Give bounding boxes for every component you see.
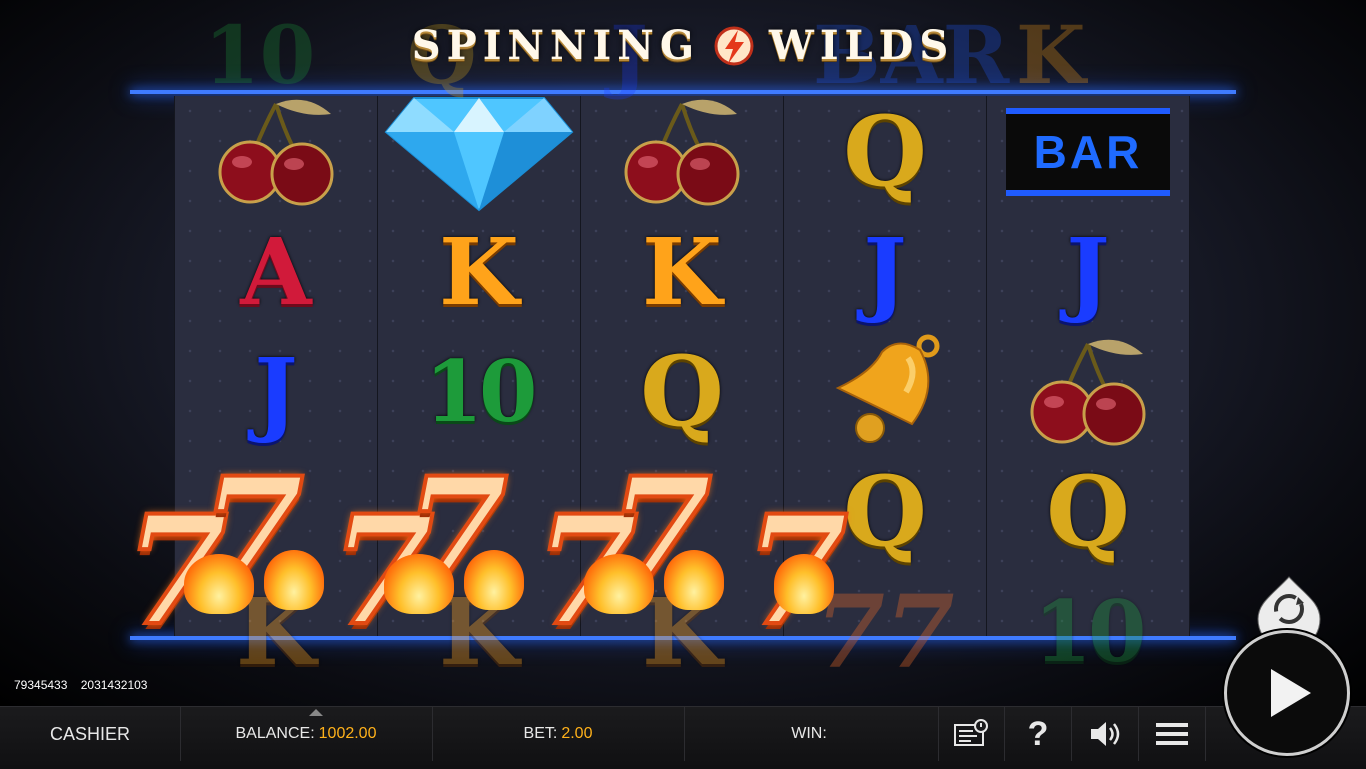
flame-icon: [384, 554, 454, 614]
symbol-cell: A: [175, 212, 377, 332]
symbol-cell: Q: [784, 92, 986, 212]
letter-10-symbol: 10: [1033, 582, 1147, 681]
menu-button[interactable]: [1139, 707, 1206, 761]
cherry-symbol: [175, 92, 377, 212]
symbol-cell: J: [987, 212, 1189, 332]
flame-icon: [664, 550, 724, 610]
letter-Q-symbol: Q: [843, 455, 927, 568]
hamburger-menu-icon: [1156, 723, 1188, 745]
letter-10-symbol: 10: [424, 342, 538, 441]
cherry-symbol: [987, 332, 1189, 452]
flame-icon: [774, 554, 834, 614]
symbol-cell: K: [581, 212, 783, 332]
title-left: SPINNING: [411, 22, 700, 69]
reel-5: BAR J Q 10: [986, 96, 1190, 674]
symbol-cell: Q: [987, 452, 1189, 572]
paytable-icon: [954, 719, 988, 746]
speaker-icon: [1091, 722, 1120, 746]
symbol-cell: J: [175, 332, 377, 452]
flame-icon: [464, 550, 524, 610]
game-stage: SPINNING WILDS A J K K 10 K K Q K Q J Q 77 BAR J Q 10 77…: [0, 0, 1366, 706]
flame-icon: [584, 554, 654, 614]
symbol-cell: 10: [378, 332, 580, 452]
letter-J-symbol: J: [1066, 218, 1110, 326]
bet-value: 2.00: [561, 725, 593, 742]
bar-cell: BAR: [987, 92, 1189, 212]
session-id-1: 79345433: [14, 678, 68, 692]
session-ids: 79345433 2031432103: [14, 678, 157, 692]
bet-display[interactable]: BET: 2.00: [432, 707, 685, 761]
bottom-bar: CASHIER BALANCE: 1002.00 BET: 2.00 WIN: …: [0, 706, 1366, 769]
help-icon: ?: [1027, 714, 1049, 753]
bar-symbol: BAR: [1006, 108, 1170, 196]
lightning-bolt-icon: [714, 26, 754, 65]
game-title: SPINNING WILDS: [0, 22, 1366, 69]
symbol-cell: J: [784, 212, 986, 332]
win-display: WIN:: [684, 707, 939, 761]
spin-button[interactable]: [1224, 630, 1350, 756]
paytable-button[interactable]: [938, 707, 1005, 761]
bell-symbol: [784, 332, 986, 452]
flaming-sevens-wild: 7777777: [122, 456, 850, 648]
bet-label: BET:: [523, 725, 558, 742]
letter-Q-symbol: Q: [843, 95, 927, 208]
help-button[interactable]: ?: [1005, 707, 1072, 761]
letter-Q-symbol: Q: [1046, 455, 1130, 568]
letter-J-symbol: J: [863, 218, 907, 326]
letter-A-symbol: A: [240, 218, 312, 326]
balance-label: BALANCE:: [235, 725, 315, 742]
symbol-cell: K: [378, 212, 580, 332]
title-right: WILDS: [768, 22, 955, 69]
cashier-button[interactable]: CASHIER: [0, 707, 181, 761]
letter-J-symbol: J: [254, 338, 298, 446]
win-label: WIN:: [791, 725, 827, 742]
letter-K-symbol: K: [642, 218, 722, 326]
flame-icon: [264, 550, 324, 610]
cashier-label: CASHIER: [49, 723, 130, 744]
session-id-2: 2031432103: [80, 678, 148, 692]
play-icon: [1271, 669, 1311, 717]
balance-display[interactable]: BALANCE: 1002.00: [180, 707, 433, 761]
letter-K-symbol: K: [439, 218, 519, 326]
symbol-cell: Q: [581, 332, 783, 452]
cherry-symbol: [581, 92, 783, 212]
symbol-cell: 10: [987, 572, 1189, 692]
flame-icon: [184, 554, 254, 614]
diamond-symbol: [378, 92, 580, 212]
balance-value: 1002.00: [318, 725, 377, 742]
letter-Q-symbol: Q: [640, 335, 724, 448]
sound-button[interactable]: [1072, 707, 1139, 761]
